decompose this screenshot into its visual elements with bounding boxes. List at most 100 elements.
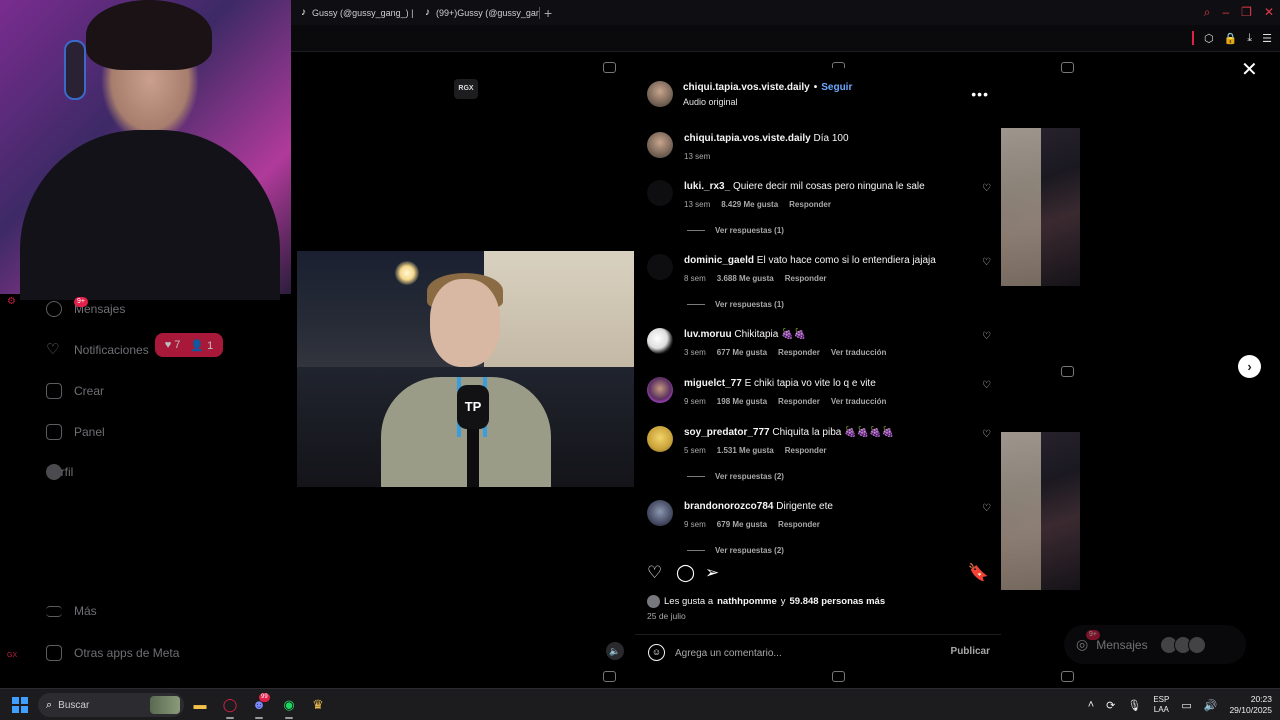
translate-button[interactable]: Ver traducción	[831, 397, 887, 406]
comment-likes[interactable]: 677 Me gusta	[717, 348, 767, 357]
minimize-button[interactable]: –	[1222, 4, 1229, 20]
comment-username[interactable]: miguelct_77	[684, 378, 742, 389]
avatar[interactable]	[647, 377, 673, 403]
settings-icon[interactable]: ⚙	[7, 296, 16, 307]
comment-input[interactable]	[675, 641, 945, 665]
discord-badge: 99	[259, 693, 270, 702]
sidebar-item-more[interactable]: Más	[46, 604, 97, 618]
network-icon[interactable]: ▭	[1181, 699, 1191, 712]
comment-time: 9 sem	[684, 520, 706, 529]
like-heart-icon[interactable]: ♡	[647, 563, 662, 583]
heart-icon[interactable]: ♡	[982, 429, 991, 440]
download-icon[interactable]: ⤓	[1247, 32, 1252, 45]
vpn-lock-icon[interactable]: 🔒	[1224, 32, 1238, 45]
menu-icon[interactable]: ☰	[1262, 32, 1272, 45]
avatar[interactable]	[647, 328, 673, 354]
comment-username[interactable]: soy_predator_777	[684, 427, 770, 438]
messages-dock[interactable]: ◎ 9+ Mensajes	[1064, 625, 1246, 664]
restore-button[interactable]: ❐	[1241, 4, 1252, 20]
comment-likes[interactable]: 198 Me gusta	[717, 397, 767, 406]
system-clock[interactable]: 20:23 29/10/2025	[1229, 694, 1272, 716]
grid-thumbnail[interactable]	[1001, 128, 1080, 286]
reply-button[interactable]: Responder	[778, 348, 820, 357]
reel-video[interactable]: TP	[297, 251, 634, 487]
reply-button[interactable]: Responder	[785, 446, 827, 455]
volume-icon[interactable]: 🔊	[1204, 699, 1218, 712]
spotify-icon[interactable]: ◉	[279, 695, 299, 715]
comment-likes[interactable]: 679 Me gusta	[717, 520, 767, 529]
comment-composer: ☺ Publicar	[635, 634, 1001, 671]
comment-likes[interactable]: 3.688 Me gusta	[717, 274, 774, 283]
close-icon[interactable]: ✕	[1241, 60, 1258, 80]
comment-username[interactable]: luki._rx3_	[684, 181, 730, 192]
extensions-icon[interactable]: ⬡	[1204, 32, 1214, 45]
streamer-body	[20, 130, 280, 300]
comment-likes[interactable]: 8.429 Me gusta	[721, 200, 778, 209]
sidebar-item-meta-apps[interactable]: Otras apps de Meta	[46, 645, 179, 661]
windows-start-icon[interactable]	[12, 697, 28, 713]
follow-button[interactable]: Seguir	[821, 82, 852, 93]
taskbar-search[interactable]: ⌕ Buscar	[38, 693, 184, 717]
sidebar-item-dashboard[interactable]: Panel	[46, 424, 105, 440]
view-replies-button[interactable]: Ver respuestas (1)	[687, 226, 784, 235]
heart-icon[interactable]: ♡	[982, 183, 991, 194]
chevron-right-icon[interactable]: ›	[1238, 355, 1261, 378]
volume-icon[interactable]: 🔈	[606, 642, 624, 660]
publish-button[interactable]: Publicar	[951, 646, 990, 657]
reply-button[interactable]: Responder	[778, 520, 820, 529]
emoji-icon[interactable]: ☺	[648, 644, 665, 661]
likes-summary[interactable]: Les gusta a nathhpomme y 59.848 personas…	[647, 595, 885, 608]
input-language[interactable]: ESP LAA	[1153, 695, 1169, 715]
translate-button[interactable]: Ver traducción	[831, 348, 887, 357]
sidebar-item-messages[interactable]: 9+ Mensajes	[46, 297, 125, 317]
share-icon[interactable]: ➢	[705, 563, 719, 583]
post-author-username[interactable]: chiqui.tapia.vos.viste.daily	[683, 82, 810, 93]
heart-icon[interactable]: ♡	[982, 331, 991, 342]
reply-button[interactable]: Responder	[789, 200, 831, 209]
comment-text: Quiere decir mil cosas pero ninguna le s…	[732, 181, 925, 192]
liker-username[interactable]: nathhpomme	[717, 596, 777, 607]
search-icon[interactable]: ⌕	[1204, 4, 1211, 20]
avatar[interactable]	[647, 426, 673, 452]
new-tab-button[interactable]: +	[544, 5, 552, 21]
microphone-icon[interactable]: 🎙	[1127, 699, 1141, 712]
avatar[interactable]	[647, 500, 673, 526]
comment-text: Día 100	[813, 133, 849, 144]
sidebar-item-profile[interactable]: Perfil	[46, 464, 73, 480]
chevron-up-icon[interactable]: ˄	[1088, 699, 1094, 711]
avatar[interactable]	[647, 81, 673, 107]
opera-gx-icon[interactable]: ◯	[220, 695, 240, 715]
comment-username[interactable]: brandonorozco784	[684, 501, 773, 512]
sync-icon[interactable]: ⟳	[1106, 699, 1115, 712]
comment-likes[interactable]: 1.531 Me gusta	[717, 446, 774, 455]
sidebar-item-notifications[interactable]: ♡ Notificaciones	[46, 342, 149, 358]
sidebar-item-create[interactable]: Crear	[46, 383, 104, 399]
view-replies-button[interactable]: Ver respuestas (2)	[687, 472, 784, 481]
avatar[interactable]	[647, 180, 673, 206]
view-replies-button[interactable]: Ver respuestas (2)	[687, 546, 784, 555]
comment-username[interactable]: chiqui.tapia.vos.viste.daily	[684, 133, 811, 144]
comment-username[interactable]: dominic_gaeld	[684, 255, 754, 266]
close-window-button[interactable]: ✕	[1264, 4, 1274, 20]
likes-count[interactable]: 59.848 personas más	[790, 596, 886, 607]
reply-button[interactable]: Responder	[778, 397, 820, 406]
post-author[interactable]: chiqui.tapia.vos.viste.daily • Seguir	[683, 82, 852, 93]
file-explorer-icon[interactable]: ▬	[190, 695, 210, 715]
heart-icon[interactable]: ♡	[982, 257, 991, 268]
streaming-app-icon[interactable]: ♛	[308, 695, 328, 715]
comment-username[interactable]: luv.moruu	[684, 329, 732, 340]
reply-button[interactable]: Responder	[785, 274, 827, 283]
notifications-pill[interactable]: ♥ 7 👤 1	[155, 333, 223, 357]
view-replies-button[interactable]: Ver respuestas (1)	[687, 300, 784, 309]
avatar[interactable]	[647, 254, 673, 280]
more-options-button[interactable]: •••	[971, 86, 989, 102]
audio-label[interactable]: Audio original	[683, 97, 738, 107]
browser-tab-1[interactable]: ♪ Gussy (@gussy_gang_) |	[291, 0, 415, 25]
avatar[interactable]	[647, 132, 673, 158]
heart-icon[interactable]: ♡	[982, 503, 991, 514]
browser-tab-2[interactable]: ♪ (99+)Gussy (@gussy_gan	[415, 0, 539, 25]
comment-icon[interactable]: ◯	[676, 563, 695, 583]
heart-icon[interactable]: ♡	[982, 380, 991, 391]
grid-thumbnail[interactable]	[1001, 432, 1080, 590]
bookmark-icon[interactable]: 🔖	[968, 563, 989, 583]
